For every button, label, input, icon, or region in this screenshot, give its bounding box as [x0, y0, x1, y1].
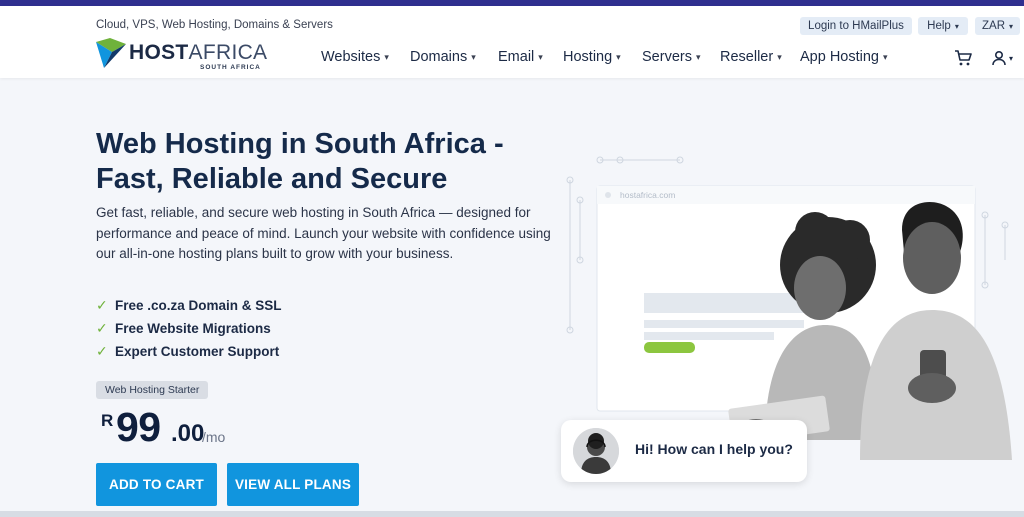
cart-button[interactable] — [953, 48, 973, 68]
feature-label: Expert Customer Support — [115, 343, 280, 359]
feature-item: ✓ Free .co.za Domain & SSL — [96, 296, 282, 314]
feature-item: ✓ Free Website Migrations — [96, 319, 271, 337]
chevron-down-icon: ▾ — [471, 51, 476, 62]
nav-label: Reseller — [720, 49, 774, 65]
nav-label: Domains — [410, 49, 468, 65]
header-tagline: Cloud, VPS, Web Hosting, Domains & Serve… — [96, 19, 333, 31]
login-hmailplus-button[interactable]: Login to HMailPlus — [800, 17, 912, 35]
bottom-strip — [0, 511, 1024, 517]
view-all-plans-button[interactable]: VIEW ALL PLANS — [227, 463, 359, 506]
nav-label: Email — [498, 49, 535, 65]
chevron-down-icon: ▾ — [1009, 21, 1014, 31]
browser-dot-icon — [605, 192, 611, 198]
nav-domains[interactable]: Domains ▾ — [410, 49, 476, 65]
chat-message: Hi! How can I help you? — [635, 441, 793, 457]
nav-label: Websites — [321, 49, 381, 65]
logo-subtitle: SOUTH AFRICA — [200, 64, 261, 71]
check-icon: ✓ — [96, 342, 108, 359]
currency-dropdown[interactable]: ZAR ▾ — [975, 17, 1020, 35]
browser-url: hostafrica.com — [620, 190, 675, 200]
chevron-down-icon: ▾ — [1008, 53, 1013, 63]
login-label: Login to HMailPlus — [808, 20, 904, 32]
chevron-down-icon: ▾ — [777, 51, 782, 62]
logo-brand-bold: HOST — [129, 41, 189, 64]
nav-label: Hosting — [563, 49, 613, 65]
hero-title: Web Hosting in South Africa - Fast, Reli… — [96, 128, 504, 195]
nav-websites[interactable]: Websites ▾ — [321, 49, 389, 65]
placeholder-line — [644, 320, 804, 328]
logo-brand-light: AFRICA — [188, 41, 268, 64]
support-agent-icon — [573, 428, 619, 474]
plan-badge: Web Hosting Starter — [96, 381, 209, 399]
help-dropdown[interactable]: Help ▾ — [918, 17, 968, 35]
add-to-cart-button[interactable]: ADD TO CART — [96, 463, 217, 506]
feature-label: Free Website Migrations — [115, 320, 271, 336]
nav-email[interactable]: Email ▾ — [498, 49, 543, 65]
chevron-down-icon: ▾ — [384, 51, 389, 62]
nav-label: Servers — [642, 49, 692, 65]
nav-reseller[interactable]: Reseller ▾ — [720, 49, 782, 65]
placeholder-block — [644, 293, 804, 313]
hero-description: Get fast, reliable, and secure web hosti… — [96, 205, 551, 261]
chevron-down-icon: ▾ — [538, 51, 543, 62]
nav-app-hosting[interactable]: App Hosting ▾ — [800, 49, 888, 65]
site-header: Cloud, VPS, Web Hosting, Domains & Serve… — [0, 6, 1024, 78]
account-button[interactable]: ▾ — [987, 48, 1017, 68]
placeholder-button — [644, 342, 695, 353]
chat-widget[interactable]: Hi! How can I help you? — [561, 420, 807, 482]
price-currency: R — [101, 411, 114, 430]
currency-label: ZAR — [982, 20, 1005, 32]
nav-servers[interactable]: Servers ▾ — [642, 49, 701, 65]
chevron-down-icon: ▾ — [695, 51, 701, 62]
price-amount: 99 — [116, 404, 161, 450]
site-logo[interactable]: HOSTAFRICA SOUTH AFRICA — [96, 38, 271, 71]
placeholder-line — [644, 332, 774, 340]
nav-hosting[interactable]: Hosting ▾ — [563, 49, 621, 65]
nav-label: App Hosting — [800, 49, 879, 65]
chevron-down-icon: ▾ — [616, 51, 621, 62]
logo-wordmark: HOSTAFRICA — [129, 41, 267, 65]
chevron-down-icon: ▾ — [883, 51, 888, 62]
help-label: Help — [927, 20, 951, 32]
price-period: /mo — [202, 429, 226, 445]
chevron-down-icon: ▾ — [954, 21, 959, 31]
price-cents: .00 — [171, 420, 205, 447]
support-avatar — [573, 428, 619, 474]
check-icon: ✓ — [96, 319, 108, 336]
cart-icon — [955, 50, 972, 66]
logo-mark-icon — [96, 38, 126, 68]
check-icon: ✓ — [96, 296, 108, 313]
user-icon — [992, 50, 1006, 66]
feature-label: Free .co.za Domain & SSL — [115, 297, 282, 313]
feature-item: ✓ Expert Customer Support — [96, 342, 279, 360]
